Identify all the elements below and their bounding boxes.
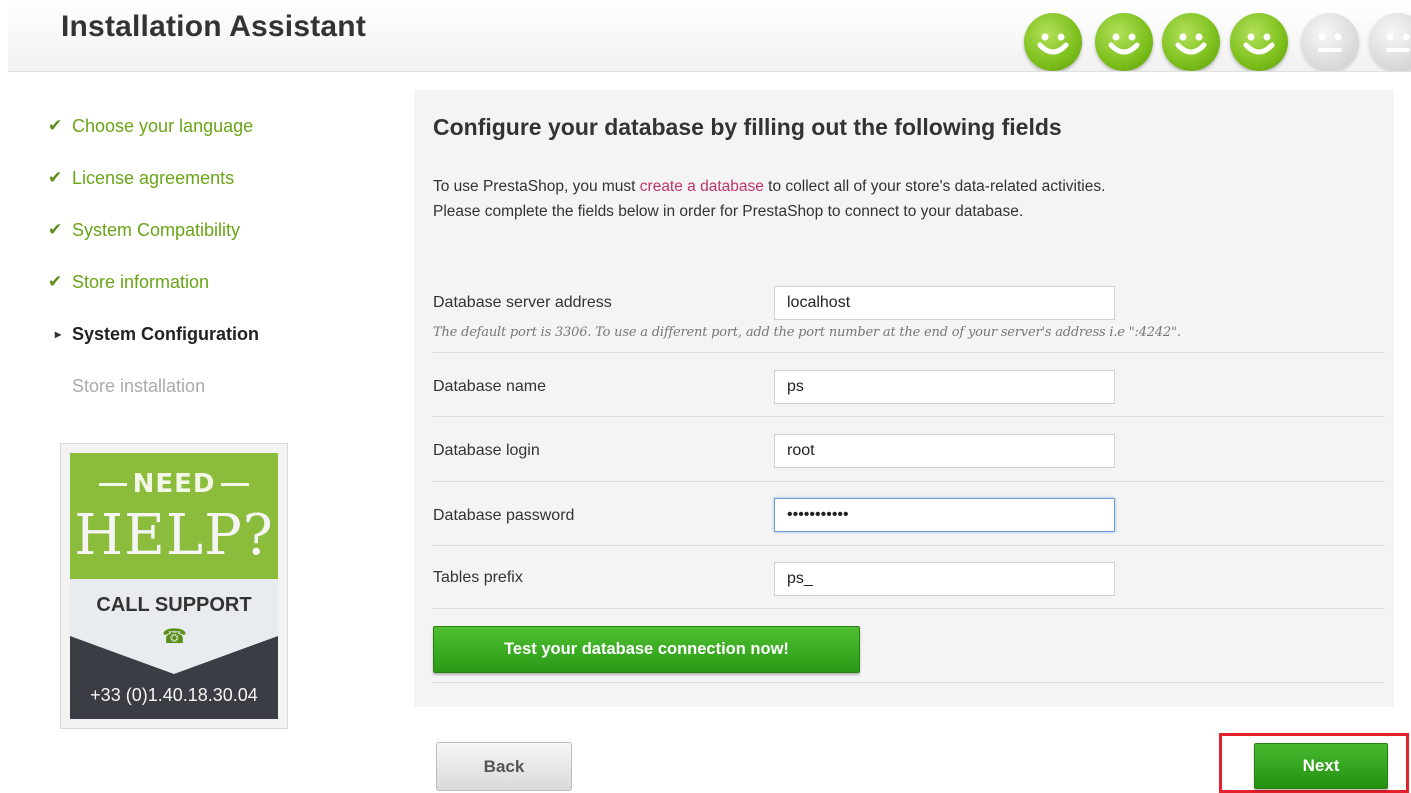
form-row-db-login: Database login (433, 417, 1385, 482)
test-connection-button[interactable]: Test your database connection now! (433, 626, 860, 673)
step-choose-language[interactable]: ✔ Choose your language (48, 100, 308, 152)
create-database-link[interactable]: create a database (640, 178, 764, 195)
db-password-input[interactable] (774, 498, 1115, 532)
form-row-tables-prefix: Tables prefix (433, 546, 1385, 609)
form-row-db-name: Database name (433, 353, 1385, 417)
divider (433, 682, 1385, 683)
step-label: System Configuration (72, 323, 260, 344)
port-hint: The default port is 3306. To use a diffe… (433, 325, 1181, 340)
step-label: Store installation (72, 375, 206, 396)
arrow-right-icon: ▸ (55, 327, 62, 341)
step-label: Store information (72, 271, 210, 292)
tables-prefix-label: Tables prefix (433, 569, 523, 586)
smiley-neutral-icon (1301, 13, 1359, 71)
checkmark-icon: ✔ (48, 272, 63, 291)
checkmark-icon: ✔ (48, 116, 63, 135)
header: Installation Assistant (8, 0, 1411, 72)
step-store-installation: Store installation (48, 360, 308, 412)
checkmark-icon: ✔ (48, 220, 63, 239)
page-title: Installation Assistant (61, 10, 367, 43)
telephone-icon: ☎ (162, 626, 187, 648)
db-login-label: Database login (433, 442, 540, 459)
intro-text-line2: Please complete the fields below in orde… (433, 203, 1024, 220)
step-label: License agreements (72, 167, 235, 188)
step-label: Choose your language (72, 115, 254, 136)
intro-text: to collect all of your store's data-rela… (763, 178, 1106, 195)
help-need-text: NEED (70, 469, 278, 499)
step-license-agreements[interactable]: ✔ License agreements (48, 152, 308, 204)
need-label: NEED (132, 469, 216, 499)
intro-text: To use PrestaShop, you must (433, 178, 640, 195)
step-label: System Compatibility (72, 219, 241, 240)
server-address-label: Database server address (433, 294, 612, 311)
form-title: Configure your database by filling out t… (433, 114, 1062, 140)
call-support-label: CALL SUPPORT (96, 594, 252, 616)
db-name-label: Database name (433, 378, 546, 395)
next-button[interactable]: Next (1254, 743, 1388, 789)
tables-prefix-input[interactable] (774, 562, 1115, 596)
smiley-happy-icon (1230, 13, 1288, 71)
help-title: HELP? (74, 503, 274, 568)
step-system-configuration: ▸ System Configuration (48, 308, 308, 360)
steps-sidebar: ✔ Choose your language ✔ License agreeme… (48, 100, 308, 412)
smiley-happy-icon (1162, 13, 1220, 71)
form-row-db-password: Database password (433, 482, 1385, 546)
db-password-label: Database password (433, 507, 575, 524)
smiley-happy-icon (1024, 13, 1082, 71)
db-name-input[interactable] (774, 370, 1115, 404)
checkmark-icon: ✔ (48, 168, 63, 187)
db-login-input[interactable] (774, 434, 1115, 468)
help-badge-inner: NEED HELP? CALL SUPPORT ☎ +33 (0)1.40.18… (70, 453, 278, 719)
progress-smileys (1019, 7, 1411, 71)
form-row-server: Database server address The default port… (433, 284, 1385, 353)
back-button[interactable]: Back (436, 742, 572, 791)
smiley-neutral-icon (1369, 13, 1411, 71)
server-address-input[interactable] (774, 286, 1115, 320)
database-config-panel: Configure your database by filling out t… (414, 90, 1394, 707)
need-help-badge: NEED HELP? CALL SUPPORT ☎ +33 (0)1.40.18… (60, 443, 288, 729)
step-system-compatibility[interactable]: ✔ System Compatibility (48, 204, 308, 256)
form-intro: To use PrestaShop, you must create a dat… (433, 174, 1373, 224)
step-store-information[interactable]: ✔ Store information (48, 256, 308, 308)
support-phone-number: +33 (0)1.40.18.30.04 (90, 685, 258, 705)
smiley-happy-icon (1095, 13, 1153, 71)
